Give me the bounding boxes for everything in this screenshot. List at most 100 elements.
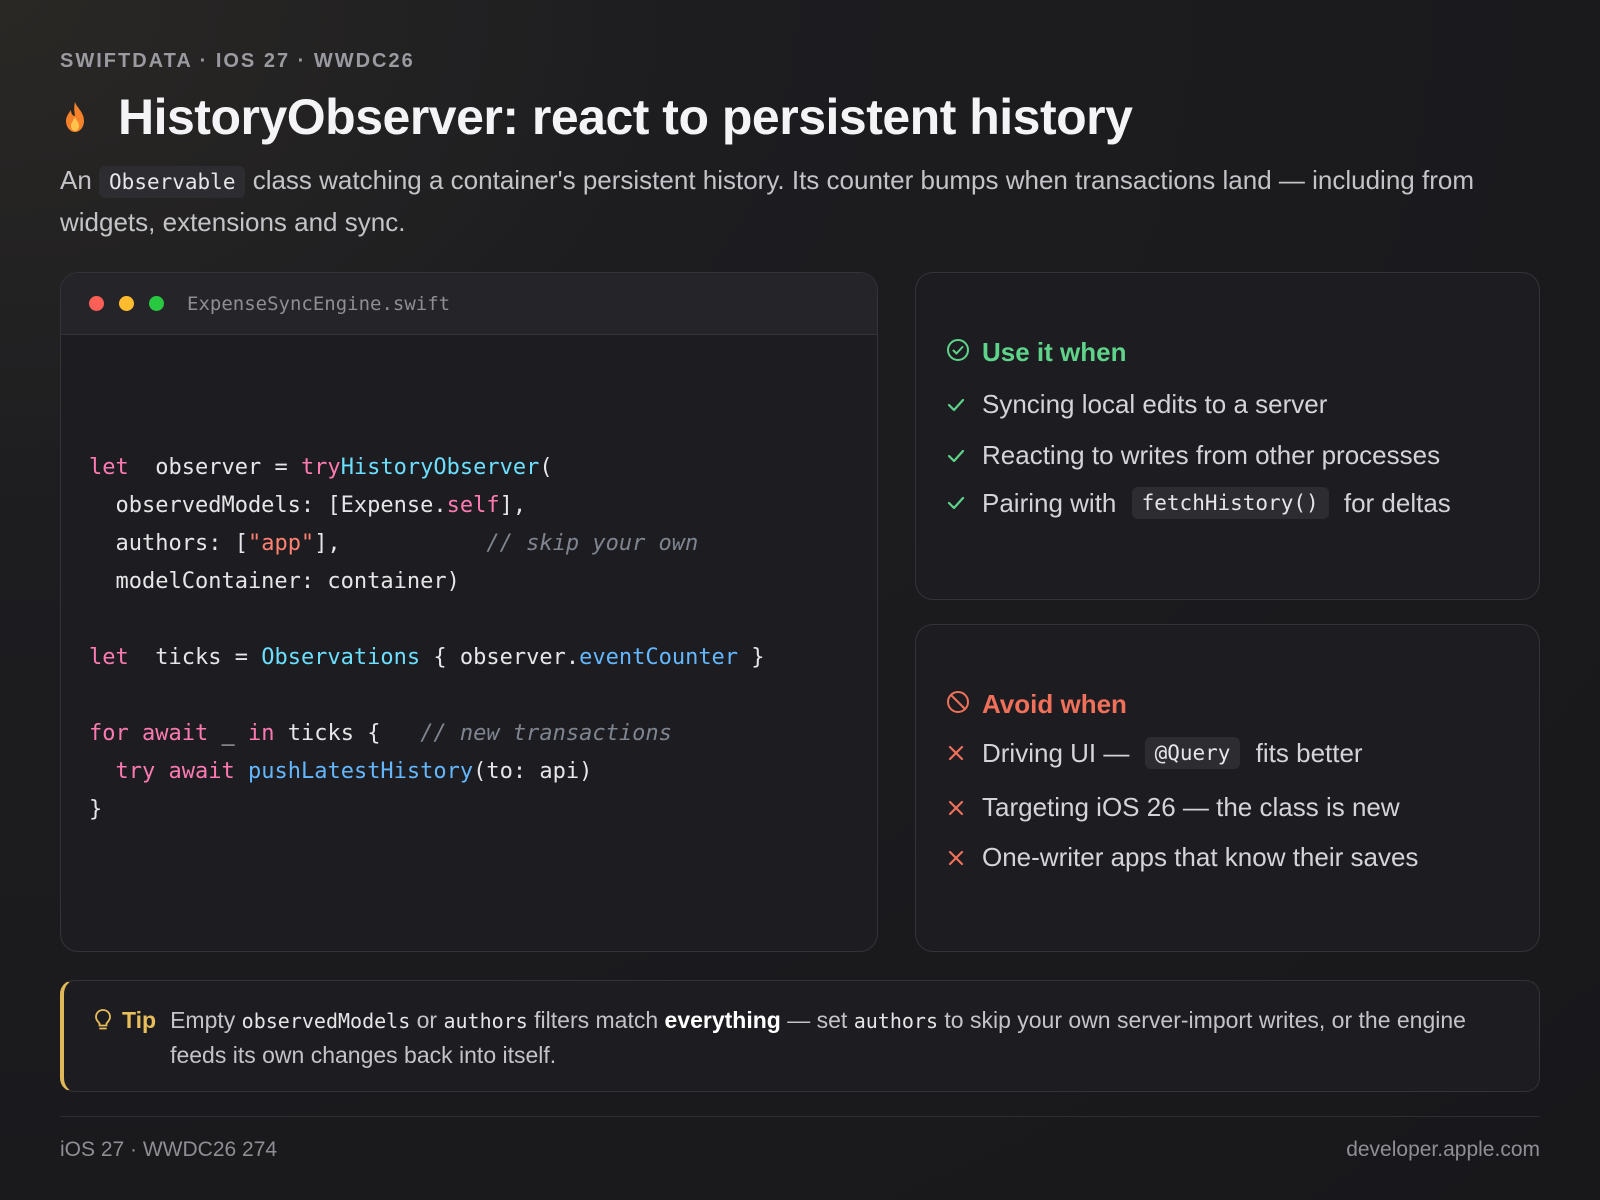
code-token: "app": [247, 531, 315, 556]
tip-text: Empty observedModels or authors filters …: [170, 1003, 1480, 1072]
code-token: modelContainer: container): [89, 569, 460, 594]
tip-text-2: or: [410, 1007, 444, 1033]
avoid-when-panel: Avoid when Driving UI — @Query fits bett…: [915, 624, 1540, 952]
check-icon: [946, 449, 966, 463]
tip-text-1: Empty: [170, 1007, 242, 1033]
avoid-item-1: Driving UI — @Query fits better: [946, 737, 1363, 769]
code-line: try await pushLatestHistory(to: api): [89, 753, 765, 791]
check-circle-icon: [946, 338, 970, 367]
code-token: { observer.: [420, 645, 580, 670]
page-title: HistoryObserver: react to persistent his…: [118, 89, 1133, 145]
code-window: ExpenseSyncEngine.swift let observer = t…: [60, 272, 878, 952]
avoid-item-3: One-writer apps that know their saves: [946, 842, 1418, 873]
code-token: }: [89, 797, 103, 822]
code-token: observer =: [128, 455, 301, 480]
tip-label-group: Tip: [94, 1003, 156, 1037]
avoid-item-3-text: One-writer apps that know their saves: [982, 842, 1419, 872]
code-token: }: [738, 645, 765, 670]
use-item-2: Reacting to writes from other processes: [946, 440, 1440, 471]
code-token: for: [89, 721, 129, 746]
code-token: ],: [499, 493, 527, 518]
code-token: self: [446, 493, 500, 518]
code-token: (: [539, 455, 553, 480]
tip-code-3: authors: [853, 1009, 939, 1033]
eyebrow: SWIFTDATA · IOS 27 · WWDC26: [60, 50, 415, 72]
close-dot: [89, 296, 104, 311]
use-item-1-text: Syncing local edits to a server: [982, 389, 1328, 419]
code-token: (to: api): [473, 759, 593, 784]
avoid-item-1-text-1: Driving UI —: [982, 737, 1137, 768]
use-panel-header: Use it when: [946, 337, 1126, 368]
code-token: in: [247, 721, 275, 746]
x-icon: [946, 745, 966, 761]
lightbulb-icon: [94, 1008, 112, 1032]
code-token: observedModels: [Expense.: [89, 493, 447, 518]
use-item-1: Syncing local edits to a server: [946, 389, 1327, 420]
avoid-item-2-text: Targeting iOS 26 — the class is new: [982, 792, 1400, 822]
code-token: authors: [: [89, 531, 248, 556]
x-icon: [946, 850, 966, 866]
code-token: await: [168, 759, 235, 784]
subtitle: An Observable class watching a container…: [60, 160, 1540, 242]
code-token: try: [115, 759, 156, 784]
avoid-panel-header: Avoid when: [946, 689, 1127, 720]
zoom-dot: [149, 296, 164, 311]
tip-callout: Tip Empty observedModels or authors filt…: [60, 980, 1540, 1092]
code-line: for await _ in ticks { // new transactio…: [89, 715, 765, 753]
code-line: observedModels: [Expense.self],: [89, 487, 765, 525]
use-item-3-text-2: for deltas: [1336, 487, 1451, 518]
avoid-item-1-code: @Query: [1144, 737, 1241, 769]
use-item-2-text: Reacting to writes from other processes: [982, 440, 1441, 470]
code-token: ticks =: [128, 645, 262, 670]
tip-code-2: authors: [443, 1009, 528, 1033]
subtitle-text-1: An: [60, 165, 100, 195]
use-item-3: Pairing with fetchHistory() for deltas: [946, 487, 1451, 519]
footer-link[interactable]: developer.apple.com: [1346, 1138, 1540, 1162]
flame-icon: [60, 97, 90, 137]
code-line: authors: ["app"], // skip your own: [89, 525, 765, 563]
code-token: eventCounter: [579, 645, 739, 670]
prohibited-icon: [946, 690, 970, 719]
avoid-item-1-text-2: fits better: [1248, 737, 1363, 768]
use-it-when-panel: Use it when Syncing local edits to a ser…: [915, 272, 1540, 600]
x-icon: [946, 800, 966, 816]
subtitle-text-2: class watching a container's persistent …: [60, 165, 1474, 237]
tip-text-3: filters match: [527, 1007, 665, 1033]
use-item-3-text-1: Pairing with: [982, 487, 1124, 518]
code-token: // new transactions: [420, 721, 672, 746]
avoid-panel-title: Avoid when: [982, 689, 1127, 719]
code-token: pushLatestHistory: [247, 759, 474, 784]
slide: SWIFTDATA · IOS 27 · WWDC26 HistoryObser…: [60, 0, 1540, 1200]
code-window-header: ExpenseSyncEngine.swift: [61, 273, 877, 335]
code-token: HistoryObserver: [340, 455, 540, 480]
title-row: HistoryObserver: react to persistent his…: [60, 88, 1133, 146]
use-panel-title: Use it when: [982, 337, 1127, 367]
code-body: let observer = tryHistoryObserver( obser…: [89, 449, 765, 829]
code-token: // skip your own: [486, 531, 699, 556]
code-token: ticks {: [274, 721, 421, 746]
tip-label: Tip: [122, 1006, 157, 1033]
minimize-dot: [119, 296, 134, 311]
code-line: }: [89, 791, 765, 829]
code-line: let observer = tryHistoryObserver(: [89, 449, 765, 487]
code-token: Observations: [261, 645, 421, 670]
footer-divider: [60, 1116, 1540, 1117]
tip-content: Tip Empty observedModels or authors filt…: [94, 1003, 1480, 1072]
tip-bold: everything: [664, 1007, 781, 1033]
code-line: let ticks = Observations { observer.even…: [89, 639, 765, 677]
tip-text-4: — set: [780, 1007, 854, 1033]
footer-session: iOS 27 · WWDC26 274: [60, 1138, 278, 1161]
avoid-item-2: Targeting iOS 26 — the class is new: [946, 792, 1400, 823]
tip-code-1: observedModels: [241, 1009, 411, 1033]
code-token: _: [208, 721, 248, 746]
subtitle-code: Observable: [99, 166, 246, 198]
code-token: ],: [314, 531, 487, 556]
code-line: modelContainer: container): [89, 563, 765, 601]
check-icon: [946, 496, 966, 510]
